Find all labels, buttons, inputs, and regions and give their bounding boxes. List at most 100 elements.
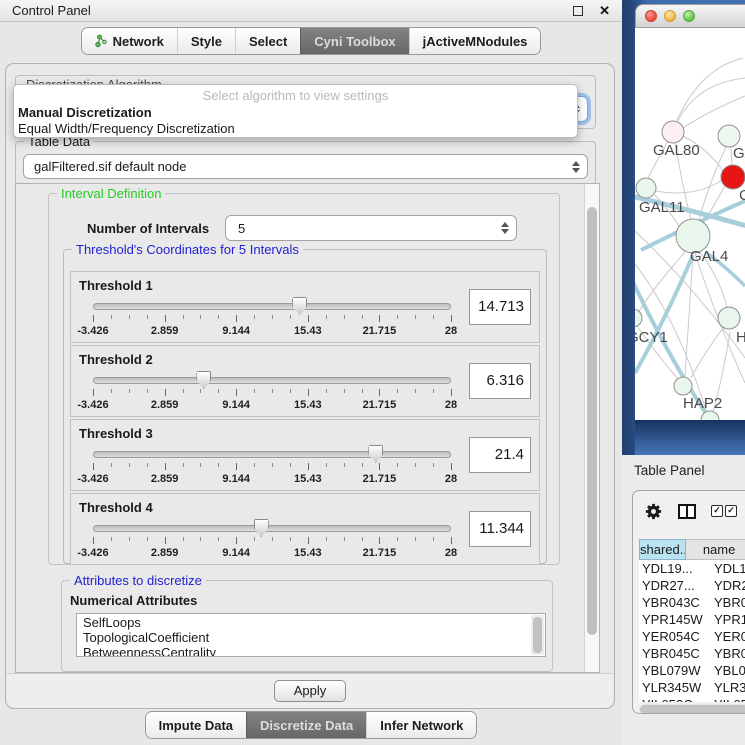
- slider-ticks: [93, 463, 451, 471]
- threshold-value-field[interactable]: 6.316: [469, 363, 531, 399]
- threshold-label: Threshold 3: [79, 426, 153, 441]
- table-row[interactable]: YER054CYER05: [639, 628, 745, 645]
- network-icon: [95, 34, 108, 48]
- network-node[interactable]: [674, 377, 692, 395]
- table-row[interactable]: YLR345WYLR34: [639, 679, 745, 696]
- horizontal-scrollbar[interactable]: [639, 704, 745, 714]
- network-node[interactable]: [635, 309, 642, 327]
- tab-label: Select: [249, 34, 287, 49]
- number-of-intervals-combobox[interactable]: 5: [225, 215, 517, 241]
- threshold-panel: Threshold 1 -3.4262.8599.14415.4321.7152…: [70, 271, 540, 343]
- network-view-canvas[interactable]: GAL80GACGAL11GAL4GCY1HHAP2: [635, 28, 745, 420]
- numerical-attributes-list[interactable]: SelfLoops TopologicalCoefficient Between…: [76, 613, 546, 657]
- list-item[interactable]: TopologicalCoefficient: [83, 630, 545, 645]
- column-header-name[interactable]: name: [686, 539, 745, 560]
- slider-ticks: [93, 389, 451, 397]
- threshold-value-field[interactable]: 14.713: [469, 289, 531, 325]
- node-label: GAL11: [639, 199, 685, 216]
- network-node[interactable]: [718, 125, 740, 147]
- slider-thumb[interactable]: [196, 371, 211, 389]
- tab-jactivemnodules[interactable]: jActiveMNodules: [409, 28, 541, 54]
- slider-thumb[interactable]: [292, 297, 307, 315]
- scrollbar-thumb[interactable]: [533, 617, 542, 653]
- dropdown-option-equal-width-frequency[interactable]: Equal Width/Frequency Discretization: [14, 121, 577, 137]
- table-row[interactable]: YBR043CYBR04: [639, 594, 745, 611]
- threshold-slider[interactable]: -3.4262.8599.14415.4321.71528: [93, 447, 451, 489]
- network-node[interactable]: [721, 165, 745, 189]
- slider-tick-labels: -3.4262.8599.14415.4321.71528: [93, 547, 451, 559]
- threshold-value-field[interactable]: 11.344: [469, 511, 531, 547]
- scrollbar-thumb[interactable]: [640, 705, 745, 714]
- column-header-shared-name[interactable]: shared...: [639, 539, 686, 560]
- minimize-traffic-light[interactable]: [664, 10, 676, 22]
- threshold-value-field[interactable]: 21.4: [469, 437, 531, 473]
- node-label: HAP2: [683, 395, 722, 412]
- tab-group: Network Style Select Cyni Toolbox jActiv…: [81, 27, 542, 55]
- split-columns-icon[interactable]: [678, 504, 696, 519]
- numerical-attributes-heading: Numerical Attributes: [70, 593, 197, 608]
- panel-title: Control Panel: [12, 3, 573, 18]
- tab-select[interactable]: Select: [235, 28, 300, 54]
- gear-icon[interactable]: [644, 502, 663, 521]
- attributes-group: Attributes to discretize Numerical Attri…: [61, 580, 553, 672]
- dropdown-prompt[interactable]: Select algorithm to view settings: [14, 85, 577, 103]
- threshold-slider[interactable]: -3.4262.8599.14415.4321.71528: [93, 373, 451, 415]
- table-panel-title: Table Panel: [622, 455, 745, 486]
- network-node[interactable]: [718, 307, 740, 329]
- list-scrollbar[interactable]: [531, 615, 544, 655]
- table-frame: ✓ ✓ shared... name YDL19...YDL19 YDR27..…: [632, 490, 745, 714]
- list-item[interactable]: SelfLoops: [83, 615, 545, 630]
- settings-scroll-area: Interval Definition Number of Intervals …: [15, 183, 600, 673]
- tab-network[interactable]: Network: [82, 28, 177, 54]
- table-row[interactable]: YDL19...YDL19: [639, 560, 745, 577]
- list-item[interactable]: BetweennessCentrality: [83, 645, 545, 657]
- table-row[interactable]: YBL079WYBL07: [639, 662, 745, 679]
- tab-discretize-data[interactable]: Discretize Data: [246, 712, 366, 738]
- threshold-panel: Threshold 2 -3.4262.8599.14415.4321.7152…: [70, 345, 540, 417]
- zoom-traffic-light[interactable]: [683, 10, 695, 22]
- vertical-scrollbar[interactable]: [584, 184, 599, 672]
- slider-track[interactable]: [93, 377, 451, 384]
- group-title: Attributes to discretize: [70, 573, 206, 588]
- checkbox-icon: ✓: [725, 505, 737, 517]
- slider-ticks: [93, 315, 451, 323]
- table-data-combobox[interactable]: galFiltered.sif default node: [23, 154, 588, 179]
- cell: YDR27...: [639, 577, 709, 594]
- slider-ticks: [93, 537, 451, 545]
- select-columns-icon[interactable]: ✓ ✓: [711, 505, 737, 517]
- close-icon[interactable]: ✕: [599, 3, 610, 19]
- table-panel: Table Panel ✓ ✓ shared...: [622, 455, 745, 745]
- table-row[interactable]: YPR145WYPR14: [639, 611, 745, 628]
- bottom-tab-group: Impute Data Discretize Data Infer Networ…: [145, 711, 478, 739]
- table-row[interactable]: YDR27...YDR27: [639, 577, 745, 594]
- slider-thumb[interactable]: [254, 519, 269, 537]
- dropdown-option-manual-discretization[interactable]: Manual Discretization: [14, 105, 577, 121]
- scrollbar-thumb[interactable]: [587, 207, 597, 635]
- slider-track[interactable]: [93, 451, 451, 458]
- tab-cyni-toolbox[interactable]: Cyni Toolbox: [300, 28, 408, 54]
- table-row[interactable]: YBR045CYBR04: [639, 645, 745, 662]
- table-header-row: shared... name: [639, 539, 745, 560]
- apply-button[interactable]: Apply: [274, 680, 346, 702]
- top-tabbar: Network Style Select Cyni Toolbox jActiv…: [0, 27, 622, 55]
- table-row[interactable]: YIL052CYIL05: [639, 696, 745, 702]
- right-region: GAL80GACGAL11GAL4GCY1HHAP2 Table Panel ✓…: [622, 0, 745, 745]
- tab-impute-data[interactable]: Impute Data: [146, 712, 246, 738]
- cell: YER054C: [639, 628, 709, 645]
- slider-track[interactable]: [93, 303, 451, 310]
- slider-thumb[interactable]: [368, 445, 383, 463]
- slider-track[interactable]: [93, 525, 451, 532]
- combo-arrows-icon: [500, 222, 509, 234]
- float-window-icon[interactable]: [573, 6, 583, 16]
- number-of-intervals-value: 5: [238, 216, 245, 240]
- close-traffic-light[interactable]: [645, 10, 657, 22]
- threshold-slider[interactable]: -3.4262.8599.14415.4321.71528: [93, 521, 451, 563]
- tab-style[interactable]: Style: [177, 28, 235, 54]
- node-table[interactable]: shared... name YDL19...YDL19 YDR27...YDR…: [639, 539, 745, 702]
- thresholds-group: Threshold's Coordinates for 5 Intervals …: [63, 249, 547, 564]
- network-node[interactable]: [636, 178, 656, 198]
- threshold-slider[interactable]: -3.4262.8599.14415.4321.71528: [93, 299, 451, 341]
- network-node[interactable]: [662, 121, 684, 143]
- tab-infer-network[interactable]: Infer Network: [366, 712, 476, 738]
- cell: YBR043C: [639, 594, 709, 611]
